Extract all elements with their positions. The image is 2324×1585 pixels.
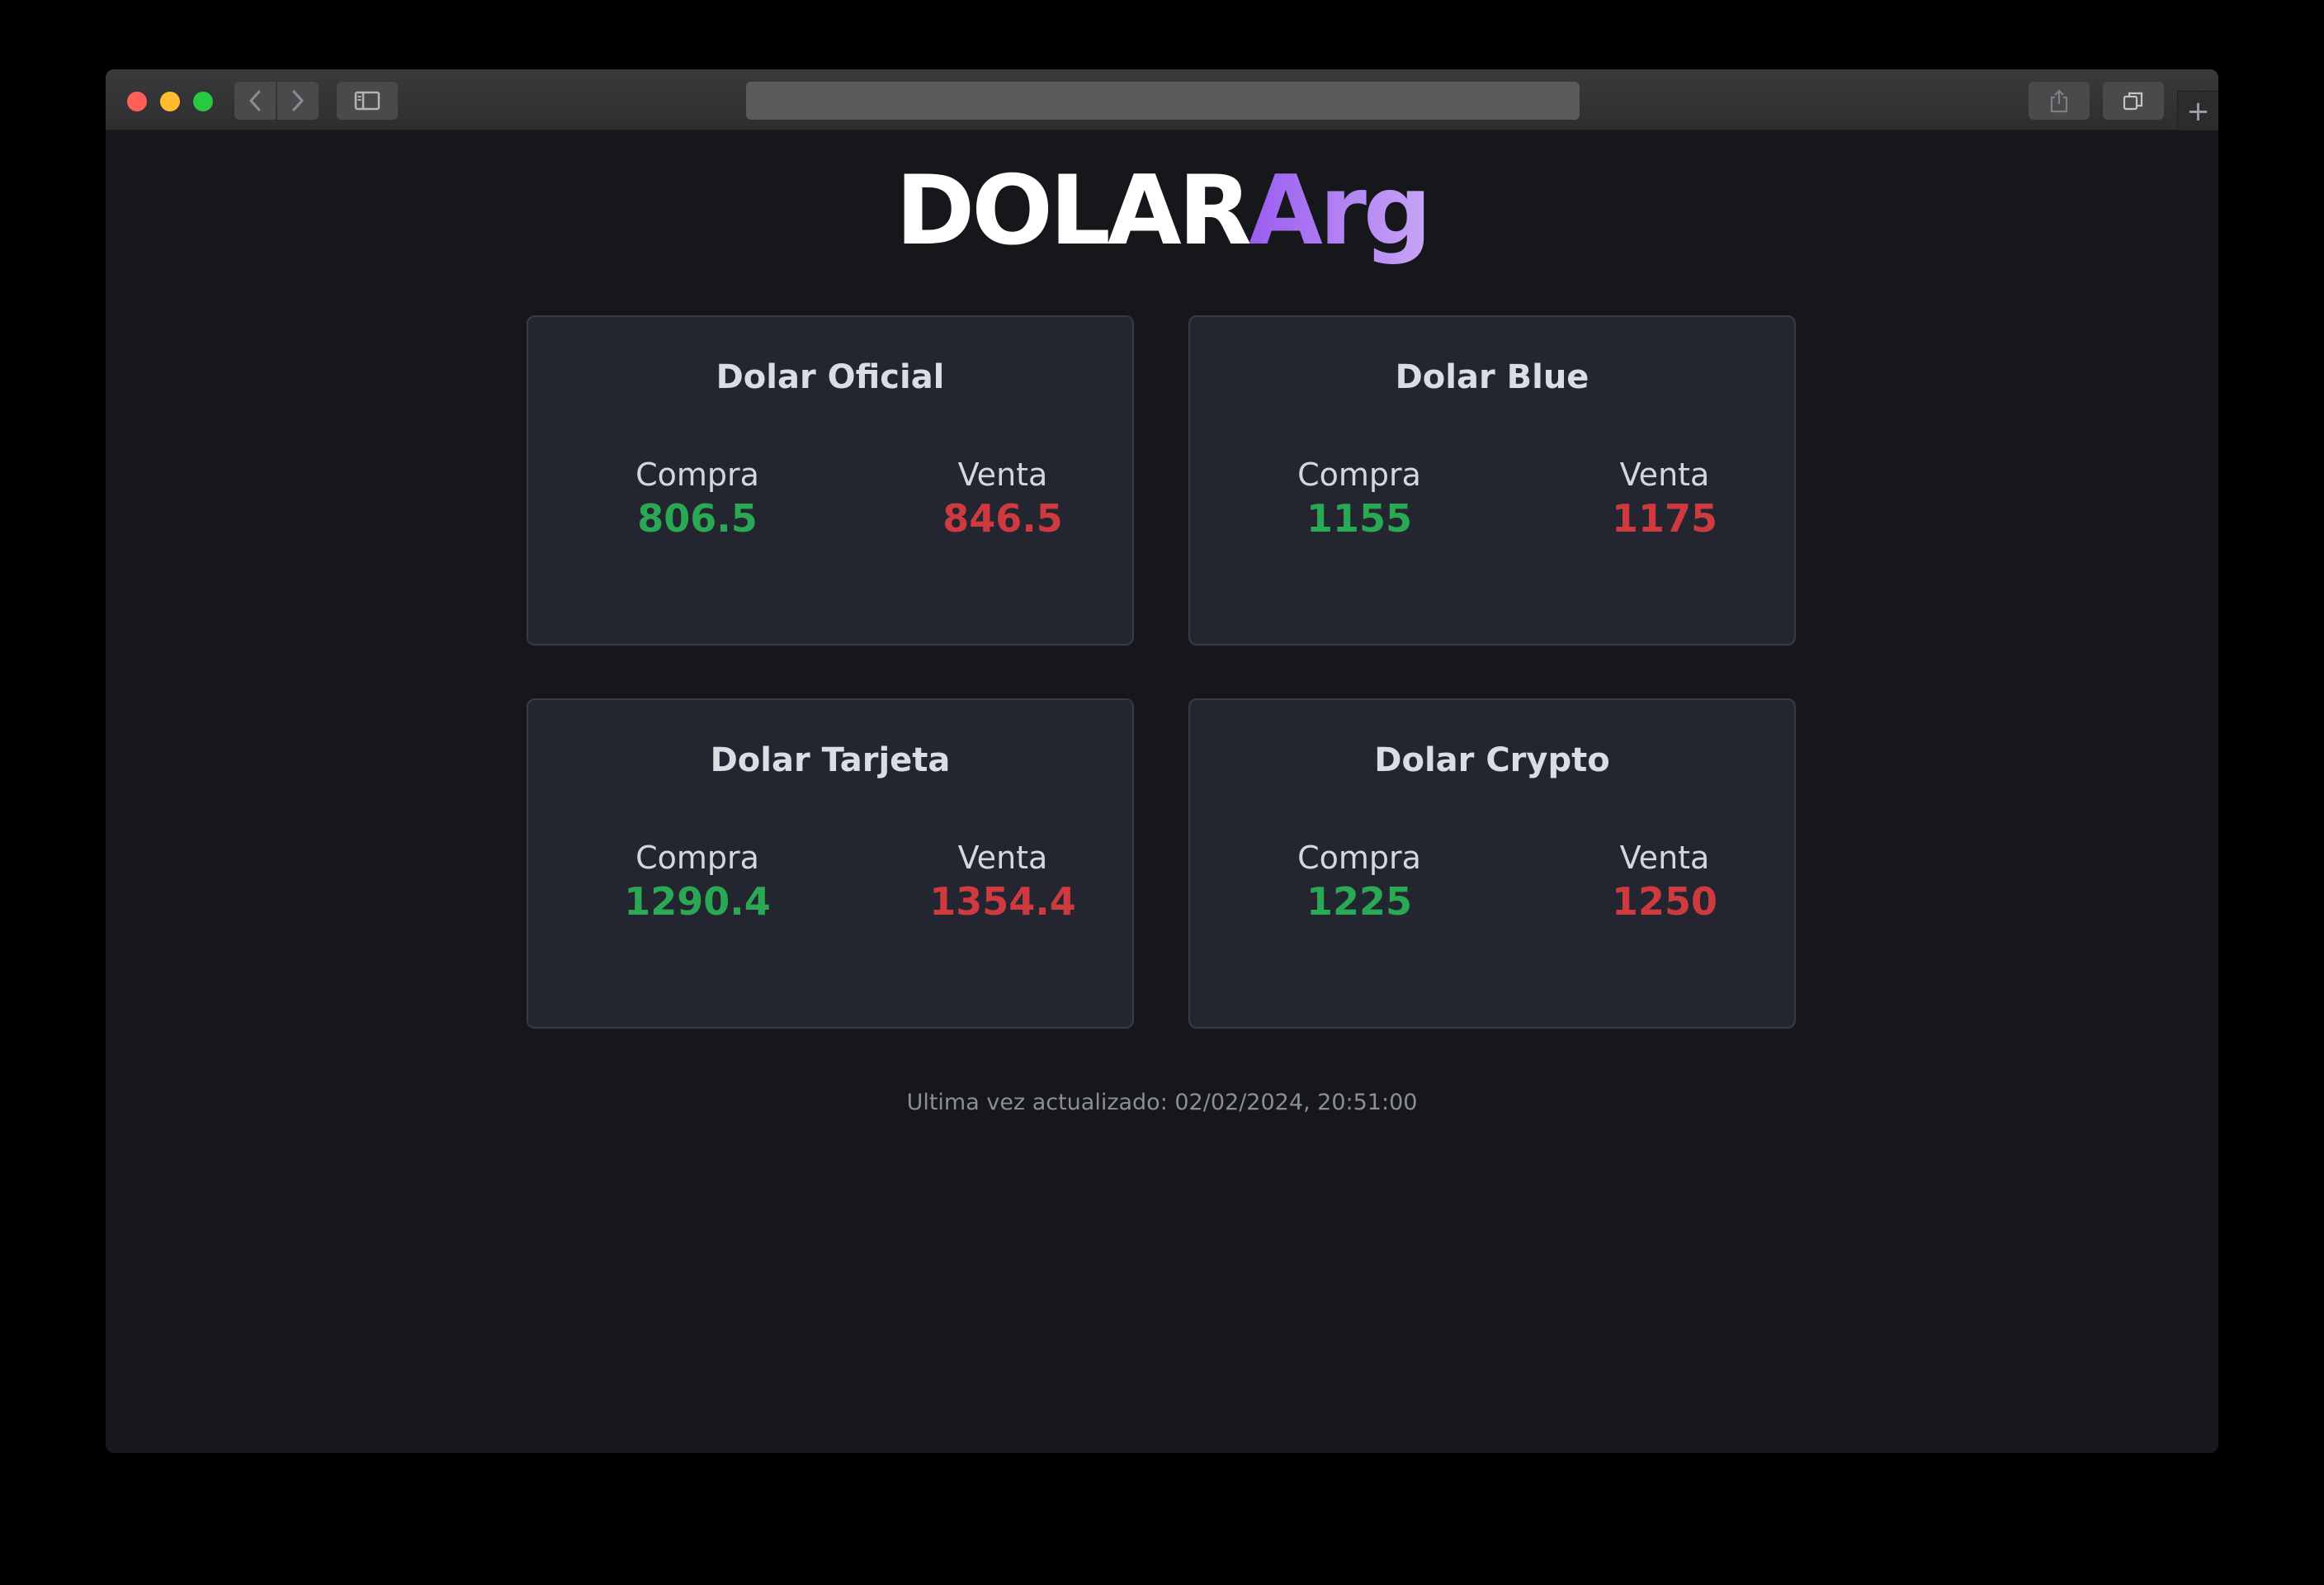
back-button[interactable] [234, 82, 276, 120]
last-updated-text: Ultima vez actualizado: 02/02/2024, 20:5… [906, 1090, 1418, 1115]
sell-label: Venta [1619, 457, 1710, 493]
sell-column: Venta 1175 [1541, 456, 1788, 542]
buy-value: 1290.4 [624, 878, 771, 924]
card-title: Dolar Crypto [1374, 741, 1610, 779]
close-window-button[interactable] [127, 92, 147, 111]
sell-column: Venta 1354.4 [879, 839, 1127, 925]
minimize-window-button[interactable] [160, 92, 180, 111]
buy-label: Compra [635, 840, 759, 876]
page-content: DOLARArg Dolar Oficial Compra 806.5 Vent… [106, 130, 2218, 1453]
sell-value: 1354.4 [929, 878, 1076, 924]
rate-card-crypto: Dolar Crypto Compra 1225 Venta 1250 [1188, 698, 1796, 1029]
card-title: Dolar Tarjeta [710, 741, 951, 779]
buy-value: 1225 [1306, 878, 1413, 924]
share-icon [2050, 89, 2068, 113]
forward-button[interactable] [277, 82, 319, 120]
sell-column: Venta 1250 [1541, 839, 1788, 925]
buy-column: Compra 1225 [1235, 839, 1483, 925]
sell-value: 1250 [1611, 878, 1718, 924]
sidebar-icon [354, 91, 380, 111]
browser-toolbar: + [106, 69, 2218, 130]
browser-window: + DOLARArg Dolar Oficial Compra 806.5 Ve… [106, 69, 2218, 1453]
new-tab-button[interactable]: + [2177, 91, 2218, 130]
sell-label: Venta [957, 457, 1048, 493]
sell-label: Venta [957, 840, 1048, 876]
logo-text-main: DOLAR [895, 155, 1252, 267]
buy-column: Compra 806.5 [574, 456, 821, 542]
card-title: Dolar Blue [1395, 358, 1589, 396]
address-bar[interactable] [746, 82, 1580, 120]
buy-column: Compra 1155 [1235, 456, 1483, 542]
buy-label: Compra [1297, 457, 1421, 493]
chevron-right-icon [292, 90, 304, 111]
sell-value: 1175 [1611, 495, 1718, 541]
card-title: Dolar Oficial [716, 358, 945, 396]
sell-value: 846.5 [942, 495, 1063, 541]
buy-value: 806.5 [637, 495, 758, 541]
sell-label: Venta [1619, 840, 1710, 876]
logo-text-accent: Arg [1248, 155, 1432, 267]
rate-card-tarjeta: Dolar Tarjeta Compra 1290.4 Venta 1354.4 [527, 698, 1134, 1029]
plus-icon: + [2186, 94, 2210, 128]
tab-overview-button[interactable] [2103, 82, 2164, 120]
rate-card-blue: Dolar Blue Compra 1155 Venta 1175 [1188, 315, 1796, 646]
rate-card-oficial: Dolar Oficial Compra 806.5 Venta 846.5 [527, 315, 1134, 646]
site-logo: DOLARArg [106, 158, 2218, 264]
tabs-icon [2123, 92, 2143, 111]
buy-label: Compra [1297, 840, 1421, 876]
buy-label: Compra [635, 457, 759, 493]
sidebar-toggle-button[interactable] [337, 82, 398, 120]
buy-column: Compra 1290.4 [574, 839, 821, 925]
chevron-left-icon [249, 90, 261, 111]
sell-column: Venta 846.5 [879, 456, 1127, 542]
share-button[interactable] [2029, 82, 2090, 120]
buy-value: 1155 [1306, 495, 1413, 541]
maximize-window-button[interactable] [193, 92, 213, 111]
